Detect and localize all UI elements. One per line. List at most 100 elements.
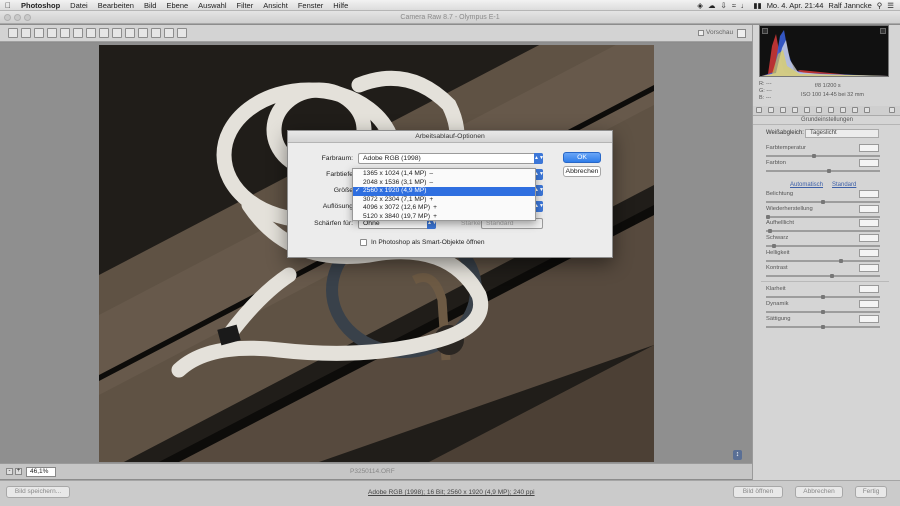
- slider-track-brightness[interactable]: [766, 259, 880, 263]
- slider-track-saturation[interactable]: [766, 325, 880, 329]
- slider-thumb[interactable]: [826, 169, 831, 173]
- size-option[interactable]: 4096 x 3072 (12,6 MP) +: [353, 204, 535, 213]
- targeted-adjustment-tool-icon[interactable]: [60, 28, 70, 38]
- slider-value-vibrance[interactable]: [859, 300, 879, 308]
- slider-thumb[interactable]: [771, 244, 776, 248]
- highlight-clipping-warning-icon[interactable]: [880, 28, 886, 34]
- color-sampler-tool-icon[interactable]: [47, 28, 57, 38]
- slider-thumb[interactable]: [821, 200, 825, 204]
- slider-track-fill-light[interactable]: [766, 229, 880, 233]
- slider-thumb[interactable]: [821, 295, 825, 299]
- slider-thumb[interactable]: [766, 215, 770, 219]
- info-toggle-icon[interactable]: ↕: [733, 450, 742, 460]
- dialog-cancel-button[interactable]: Abbrechen: [563, 166, 601, 177]
- slider-thumb[interactable]: [838, 259, 843, 263]
- menu-ebene[interactable]: Ebene: [161, 1, 193, 10]
- tab-lens-icon[interactable]: [816, 107, 822, 113]
- rotate-right-icon[interactable]: [177, 28, 187, 38]
- cancel-button[interactable]: Abbrechen: [795, 486, 843, 498]
- adjustment-brush-icon[interactable]: [125, 28, 135, 38]
- smart-objects-checkbox[interactable]: [360, 239, 367, 246]
- ok-button[interactable]: OK: [563, 152, 601, 163]
- volume-icon[interactable]: ♩: [741, 1, 749, 10]
- zoom-tool-icon[interactable]: [8, 28, 18, 38]
- slider-track-clarity[interactable]: [766, 295, 880, 299]
- spot-removal-tool-icon[interactable]: [99, 28, 109, 38]
- search-icon[interactable]: ⚲: [877, 1, 883, 10]
- done-button[interactable]: Fertig: [855, 486, 887, 498]
- preview-checkbox-box[interactable]: [698, 29, 704, 36]
- slider-value-exposure[interactable]: [859, 190, 879, 198]
- apple-menu-icon[interactable]: : [0, 1, 16, 10]
- colorspace-select[interactable]: Adobe RGB (1998) ▲▼: [358, 153, 544, 164]
- menubar-user[interactable]: Ralf Janncke: [828, 1, 871, 10]
- slider-thumb[interactable]: [768, 229, 773, 233]
- slider-thumb[interactable]: [821, 310, 825, 314]
- download-icon[interactable]: ⇩: [721, 1, 727, 10]
- default-link[interactable]: Standard: [832, 182, 856, 188]
- slider-value-clarity[interactable]: [859, 285, 879, 293]
- straighten-tool-icon[interactable]: [86, 28, 96, 38]
- preferences-icon[interactable]: [151, 28, 161, 38]
- tab-effects-icon[interactable]: [828, 107, 834, 113]
- slider-thumb[interactable]: [821, 325, 825, 329]
- size-option[interactable]: 3072 x 2304 (7,1 MP) +: [353, 196, 535, 205]
- slider-value-temperature[interactable]: [859, 144, 879, 152]
- battery-icon[interactable]: ▮▮: [753, 1, 761, 10]
- slider-track-exposure[interactable]: [766, 200, 880, 204]
- slider-value-tint[interactable]: [859, 159, 879, 167]
- slider-value-saturation[interactable]: [859, 315, 879, 323]
- slider-track-blacks[interactable]: [766, 244, 880, 248]
- hand-tool-icon[interactable]: [21, 28, 31, 38]
- tab-hsl-icon[interactable]: [792, 107, 798, 113]
- menu-auswahl[interactable]: Auswahl: [193, 1, 231, 10]
- slider-value-brightness[interactable]: [859, 249, 879, 257]
- white-balance-tool-icon[interactable]: [34, 28, 44, 38]
- minimize-window-button[interactable]: [14, 14, 21, 21]
- tab-camera-calibration-icon[interactable]: [840, 107, 846, 113]
- save-image-button[interactable]: Bild speichern...: [6, 486, 70, 498]
- wifi-icon[interactable]: ≈: [732, 1, 736, 10]
- cloud-icon[interactable]: ☁: [708, 1, 716, 10]
- slider-track-recovery[interactable]: [766, 215, 880, 219]
- white-balance-select[interactable]: Tageslicht: [805, 129, 879, 138]
- dropbox-icon[interactable]: ◈: [697, 1, 703, 10]
- menu-fenster[interactable]: Fenster: [293, 1, 328, 10]
- menu-bearbeiten[interactable]: Bearbeiten: [93, 1, 139, 10]
- slider-value-contrast[interactable]: [859, 264, 879, 272]
- preview-checkbox[interactable]: Vorschau: [698, 29, 733, 36]
- open-image-button[interactable]: Bild öffnen: [733, 486, 783, 498]
- panel-menu-icon[interactable]: [889, 107, 895, 113]
- tab-snapshots-icon[interactable]: [864, 107, 870, 113]
- slider-value-recovery[interactable]: [859, 205, 879, 213]
- zoom-window-button[interactable]: [24, 14, 31, 21]
- slider-value-fill-light[interactable]: [859, 219, 879, 227]
- slider-track-vibrance[interactable]: [766, 310, 880, 314]
- tab-detail-icon[interactable]: [780, 107, 786, 113]
- tab-presets-icon[interactable]: [852, 107, 858, 113]
- zoom-out-button[interactable]: -: [6, 468, 13, 475]
- menu-datei[interactable]: Datei: [65, 1, 93, 10]
- size-option[interactable]: 2048 x 1536 (3,1 MP) –: [353, 179, 535, 188]
- graduated-filter-icon[interactable]: [138, 28, 148, 38]
- slider-track-tint[interactable]: [766, 169, 880, 173]
- menu-filter[interactable]: Filter: [232, 1, 259, 10]
- red-eye-tool-icon[interactable]: [112, 28, 122, 38]
- size-option[interactable]: ✓ 2560 x 1920 (4,9 MP): [353, 187, 535, 196]
- notification-center-icon[interactable]: ☰: [887, 1, 894, 10]
- slider-thumb[interactable]: [829, 274, 834, 278]
- slider-track-temperature[interactable]: [766, 154, 880, 158]
- slider-thumb[interactable]: [812, 154, 817, 158]
- menubar-clock[interactable]: Mo. 4. Apr. 21:44: [767, 1, 824, 10]
- menu-hilfe[interactable]: Hilfe: [328, 1, 353, 10]
- zoom-in-button[interactable]: +: [15, 468, 22, 475]
- auto-link[interactable]: Automatisch: [790, 182, 823, 188]
- slider-track-contrast[interactable]: [766, 274, 880, 278]
- menu-app-name[interactable]: Photoshop: [16, 1, 65, 10]
- zoom-level-select[interactable]: 46,1%: [26, 467, 56, 477]
- slider-value-blacks[interactable]: [859, 234, 879, 242]
- menu-ansicht[interactable]: Ansicht: [258, 1, 293, 10]
- fullscreen-toggle-button[interactable]: [737, 29, 746, 38]
- tab-tone-curve-icon[interactable]: [768, 107, 774, 113]
- shadow-clipping-warning-icon[interactable]: [762, 28, 768, 34]
